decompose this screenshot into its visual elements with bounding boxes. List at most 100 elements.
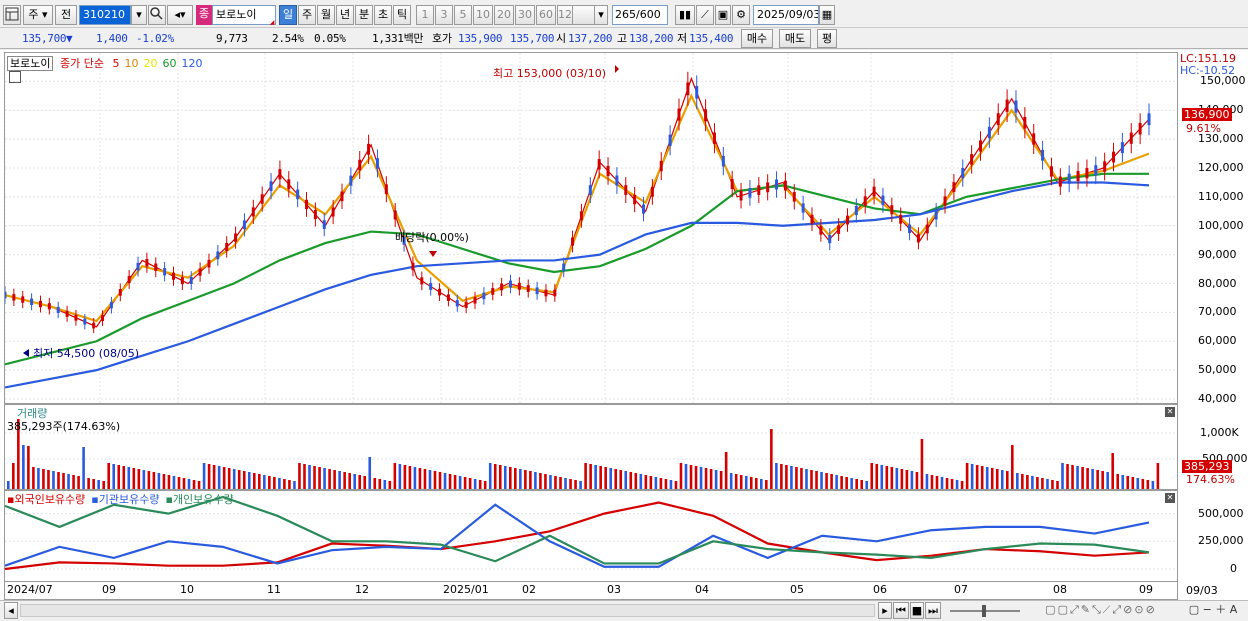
current-price: 135,700 [22,32,67,45]
interval-button-30[interactable]: 30 [515,5,535,25]
stock-name-field[interactable]: 보로노이 [212,5,276,25]
volume-bar [1106,472,1109,489]
avg-button[interactable]: 평 [817,29,837,48]
period-tab-0[interactable]: 일 [279,5,297,25]
open-label: 시 [556,32,566,45]
volume-bar [810,470,813,489]
volume-bar [172,476,176,489]
candle-body [987,126,991,139]
volume-bar [92,479,95,489]
interval-button-60[interactable]: 60 [536,5,556,25]
period-tab-1[interactable]: 주 [298,5,316,25]
volume-bar [749,477,753,489]
interval-button-20[interactable]: 20 [494,5,514,25]
period-tab-6[interactable]: 틱 [393,5,411,25]
volume-bar [1126,476,1130,489]
period-tab-2[interactable]: 월 [317,5,335,25]
interval-button-1[interactable]: 1 [416,5,434,25]
prev-button[interactable]: 전 [55,5,77,25]
volume-bar [649,476,653,489]
candle-body [934,210,938,220]
search-icon[interactable] [148,5,166,25]
candle-body [845,215,849,225]
count-input[interactable]: 265/600 [612,5,668,25]
scroll-left-icon[interactable]: ◂ [4,602,18,619]
stock-code-input[interactable]: 310210 [79,5,131,25]
volume-bar [162,474,166,489]
interval-button-10[interactable]: 10 [473,5,493,25]
buy-button[interactable]: 매수 [741,29,773,48]
volume-bar [654,477,658,489]
save-icon[interactable]: ▣ [715,5,731,25]
holding-panel[interactable]: ▪외국인보유수량 ▪기관보유수량 ▪개인보유수량 ✕ [4,490,1178,582]
volume-bar [348,473,351,489]
volume-bar [288,480,291,489]
candle-body [384,184,388,195]
candle-body [508,280,512,288]
scroll-track[interactable] [20,604,875,617]
calendar-icon[interactable]: ▦ [819,5,835,25]
interval-button-5[interactable]: 5 [454,5,472,25]
volume-bar [629,472,633,489]
sound-icon[interactable]: ◂▾ [167,5,193,25]
volume-bar [222,467,226,489]
volume-bar [217,466,221,489]
volume-bar [1046,479,1049,489]
volume-bar [990,468,994,489]
volume-bar [820,472,823,489]
period-tab-4[interactable]: 분 [355,5,373,25]
period-tab-5[interactable]: 초 [374,5,392,25]
volume-current-tag: 385,293 [1182,460,1232,473]
candle-tool-icon[interactable]: ▮▮ [675,5,695,25]
scroll-right-icon[interactable]: ▸ [878,602,892,619]
volume-panel[interactable]: 거래량 385,293주(174.63%) ✕ [4,404,1178,490]
first-page-icon[interactable]: ⏮ [893,602,909,619]
interval-dropdown-icon[interactable]: ▾ [594,5,608,25]
draw-tool-icon[interactable]: ⟋ [696,5,714,25]
volume-bar [644,475,648,489]
date-input[interactable]: 2025/09/03 [753,5,819,25]
candle-body [393,210,397,220]
holding-y-tick: 250,000 [1198,534,1244,548]
volume-bar [875,464,879,489]
interval-button-3[interactable]: 3 [435,5,453,25]
candle-body [180,277,184,285]
volume-bar [975,465,979,489]
sell-button[interactable]: 매도 [779,29,811,48]
stop-icon[interactable]: ■ [910,602,924,619]
candle-body [899,214,903,224]
holding-y-tick: 500,000 [1198,506,1244,520]
volume-bar [202,463,206,489]
price-panel[interactable]: 보로노이 종가 단순 5 10 20 60 120 최고 153,000 (03/10)… [4,52,1178,404]
period-tab-3[interactable]: 년 [336,5,354,25]
period-select[interactable]: 주 ▾ [23,5,53,25]
volume-bar [142,470,146,489]
last-page-icon[interactable]: ⏭ [925,602,941,619]
volume-bar [674,481,678,489]
gear-icon[interactable]: ⚙ [732,5,750,25]
zoom-controls-icon[interactable]: ▢ − ＋ A [1180,602,1246,619]
volume-bar [599,466,602,489]
candle-body [482,292,486,300]
stock-label[interactable]: 보로노이 [7,56,54,71]
volume-close-icon[interactable]: ✕ [1165,407,1175,417]
holding-close-icon[interactable]: ✕ [1165,493,1175,503]
volume-bar [318,467,321,489]
volume-bar [744,476,748,489]
draw-tools-icon[interactable]: ▢▢⤢✎⤡⟋⤢⊘⊙⊘ [1026,602,1176,619]
volume-bar [42,469,45,489]
zoom-slider-handle[interactable] [982,605,986,617]
volume-bar [378,479,382,489]
candle-body [943,196,947,206]
grid-toggle-icon[interactable] [9,71,21,83]
layout-icon[interactable] [3,5,21,25]
x-axis: 2024/07 09 10 11 12 2025/01 02 03 04 05 06 07 08 09 [4,582,1178,600]
volume-bar [97,480,100,489]
candle-body [118,289,122,296]
candle-body [154,263,158,271]
candle-body [12,294,16,301]
code-dropdown-icon[interactable]: ▾ [131,5,147,25]
candle-body [38,300,42,308]
candle-body [47,303,51,310]
volume-bar [117,465,121,489]
